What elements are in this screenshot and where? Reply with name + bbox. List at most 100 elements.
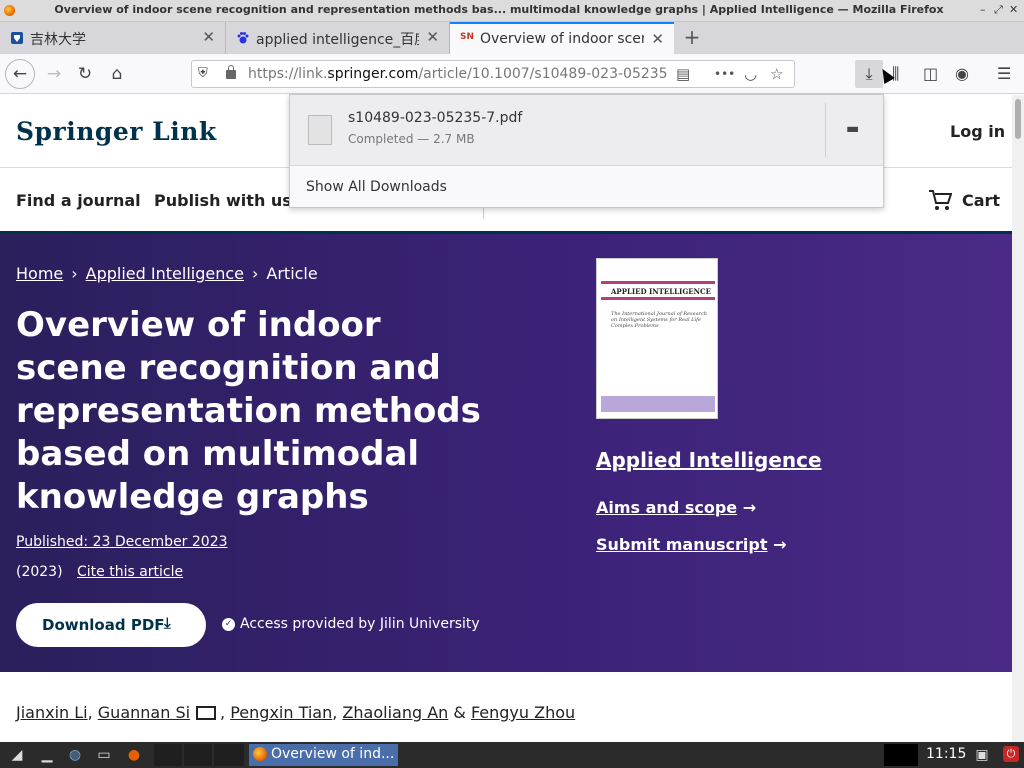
- article-hero: Home › Applied Intelligence › Article Overvi…: [0, 231, 1012, 672]
- tray-box: [884, 744, 918, 766]
- close-window-icon[interactable]: ✕: [1009, 3, 1018, 16]
- tray-app-icon[interactable]: ▣: [973, 746, 991, 764]
- arrow-right-icon: →: [742, 498, 757, 517]
- arrow-right-icon: →: [773, 535, 787, 554]
- url-text[interactable]: https://link.springer.com/article/10.100…: [248, 66, 668, 82]
- file-icon: [308, 115, 332, 145]
- maximize-icon[interactable]: ⤢: [994, 3, 1003, 17]
- tracking-shield-icon[interactable]: ⛨: [198, 66, 208, 81]
- login-link[interactable]: Log in: [950, 122, 1005, 141]
- minimize-icon[interactable]: –: [980, 3, 986, 16]
- back-button[interactable]: ←: [5, 59, 35, 89]
- library-icon[interactable]: ⫼: [892, 64, 899, 84]
- download-arrow-icon: ⤓: [164, 614, 171, 632]
- aims-scope-link[interactable]: Aims and scope →: [596, 498, 756, 517]
- author-link[interactable]: Zhaoliang An: [342, 703, 448, 722]
- tab-strip: 吉林大学 ✕ applied intelligence_百度 ✕ SN Over…: [0, 22, 1024, 54]
- close-tab-icon[interactable]: ✕: [426, 28, 439, 46]
- taskbar-task-label: Overview of ind...: [271, 746, 395, 762]
- firefox-launcher-icon[interactable]: ●: [125, 746, 143, 764]
- download-status: Completed — 2.7 MB: [348, 132, 475, 146]
- tab-baidu[interactable]: applied intelligence_百度 ✕: [226, 22, 450, 54]
- email-icon[interactable]: [196, 706, 217, 720]
- workspace-3[interactable]: [214, 744, 244, 766]
- window-titlebar: Overview of indoor scene recognition and…: [0, 0, 1024, 22]
- cart-icon[interactable]: [928, 189, 952, 211]
- workspace-2[interactable]: [184, 744, 212, 766]
- download-pdf-button[interactable]: Download PDF ⤓: [16, 603, 206, 647]
- show-all-downloads-button[interactable]: Show All Downloads: [306, 179, 447, 195]
- cite-article-link[interactable]: Cite this article: [77, 564, 183, 580]
- chevron-right-icon: ›: [71, 264, 78, 283]
- tab-label: 吉林大学: [30, 32, 86, 48]
- close-tab-icon[interactable]: ✕: [202, 28, 215, 46]
- reader-view-icon[interactable]: ▤: [676, 65, 690, 83]
- journal-cover-image[interactable]: APPLIED INTELLIGENCE The International J…: [596, 258, 718, 419]
- pocket-icon[interactable]: ◡: [744, 65, 757, 83]
- tab-label: Overview of indoor scene recognition: [480, 31, 644, 47]
- published-date[interactable]: Published: 23 December 2023: [16, 534, 228, 550]
- author-link[interactable]: Jianxin Li: [16, 703, 88, 722]
- author-link[interactable]: Guannan Si: [98, 703, 190, 722]
- cart-link[interactable]: Cart: [962, 191, 1000, 210]
- window-title: Overview of indoor scene recognition and…: [54, 3, 944, 16]
- cover-subtitle: The International Journal of Research on…: [611, 311, 707, 329]
- chevron-right-icon: ›: [251, 264, 259, 283]
- new-tab-button[interactable]: +: [680, 24, 704, 52]
- download-filename: s10489-023-05235-7.pdf: [348, 110, 523, 126]
- article-year: (2023): [16, 564, 63, 580]
- nav-find-journal[interactable]: Find a journal: [16, 191, 141, 210]
- file-manager-icon[interactable]: ▭: [95, 746, 113, 764]
- cover-rule: [601, 297, 715, 300]
- firefox-logo-icon: [4, 5, 15, 16]
- download-item[interactable]: s10489-023-05235-7.pdf Completed — 2.7 M…: [290, 95, 883, 165]
- power-icon[interactable]: ⏻: [1003, 746, 1019, 762]
- workspace-1[interactable]: [154, 744, 182, 766]
- cover-rule: [601, 281, 715, 284]
- tab-springer-article[interactable]: SN Overview of indoor scene recognition …: [450, 22, 674, 54]
- bookmark-star-icon[interactable]: ☆: [770, 65, 783, 83]
- reload-button[interactable]: ↻: [71, 60, 99, 88]
- downloads-panel: s10489-023-05235-7.pdf Completed — 2.7 M…: [289, 94, 884, 208]
- firefox-icon: [253, 747, 267, 761]
- check-circle-icon: ✓: [222, 618, 235, 631]
- author-list: Jianxin Li, Guannan Si, Pengxin Tian, Zh…: [16, 703, 576, 722]
- open-folder-icon[interactable]: ▬: [846, 121, 859, 137]
- scrollbar-thumb[interactable]: [1015, 99, 1021, 139]
- journal-title-link[interactable]: Applied Intelligence: [596, 448, 822, 472]
- download-divider: [825, 103, 826, 157]
- url-bar[interactable]: ⛨ https://link.springer.com/article/10.1…: [191, 60, 795, 88]
- sidebar-icon[interactable]: ◫: [923, 64, 938, 83]
- tab-label: applied intelligence_百度: [256, 32, 419, 48]
- lock-icon[interactable]: [226, 65, 236, 79]
- cover-title: APPLIED INTELLIGENCE: [611, 287, 711, 296]
- author-link[interactable]: Pengxin Tian: [230, 703, 332, 722]
- forward-button[interactable]: →: [40, 60, 68, 88]
- home-button[interactable]: ⌂: [103, 60, 131, 88]
- cover-footer: [601, 396, 715, 412]
- springer-link-logo[interactable]: Springer Link: [16, 117, 217, 146]
- show-desktop-icon[interactable]: ▁: [38, 746, 56, 764]
- close-tab-icon[interactable]: ✕: [651, 30, 664, 48]
- taskbar-firefox-window[interactable]: Overview of ind...: [249, 744, 398, 766]
- account-icon[interactable]: ◉: [955, 64, 969, 83]
- clock[interactable]: 11:15: [926, 746, 966, 762]
- breadcrumb: Home › Applied Intelligence › Article: [16, 264, 318, 283]
- author-link[interactable]: Fengyu Zhou: [471, 703, 575, 722]
- page-scrollbar[interactable]: [1012, 95, 1024, 742]
- baidu-paw-icon: [237, 32, 249, 44]
- page-actions-icon[interactable]: •••: [714, 67, 735, 81]
- submit-manuscript-link[interactable]: Submit manuscript →: [596, 535, 786, 554]
- start-menu-icon[interactable]: ◢: [8, 746, 26, 764]
- tab-jilin-university[interactable]: 吉林大学 ✕: [0, 22, 226, 54]
- breadcrumb-current: Article: [266, 264, 318, 283]
- nav-publish[interactable]: Publish with us: [154, 191, 292, 210]
- download-pdf-label: Download PDF: [42, 616, 165, 634]
- nav-toolbar: ← → ↻ ⌂ ⛨ https://link.springer.com/arti…: [0, 54, 1024, 94]
- breadcrumb-home[interactable]: Home: [16, 264, 63, 283]
- globe-icon[interactable]: ◍: [66, 746, 84, 764]
- jlu-shield-icon: [11, 32, 23, 44]
- menu-icon[interactable]: ☰: [997, 64, 1011, 83]
- article-title: Overview of indoor scene recognition and…: [16, 305, 481, 517]
- breadcrumb-journal[interactable]: Applied Intelligence: [86, 264, 244, 283]
